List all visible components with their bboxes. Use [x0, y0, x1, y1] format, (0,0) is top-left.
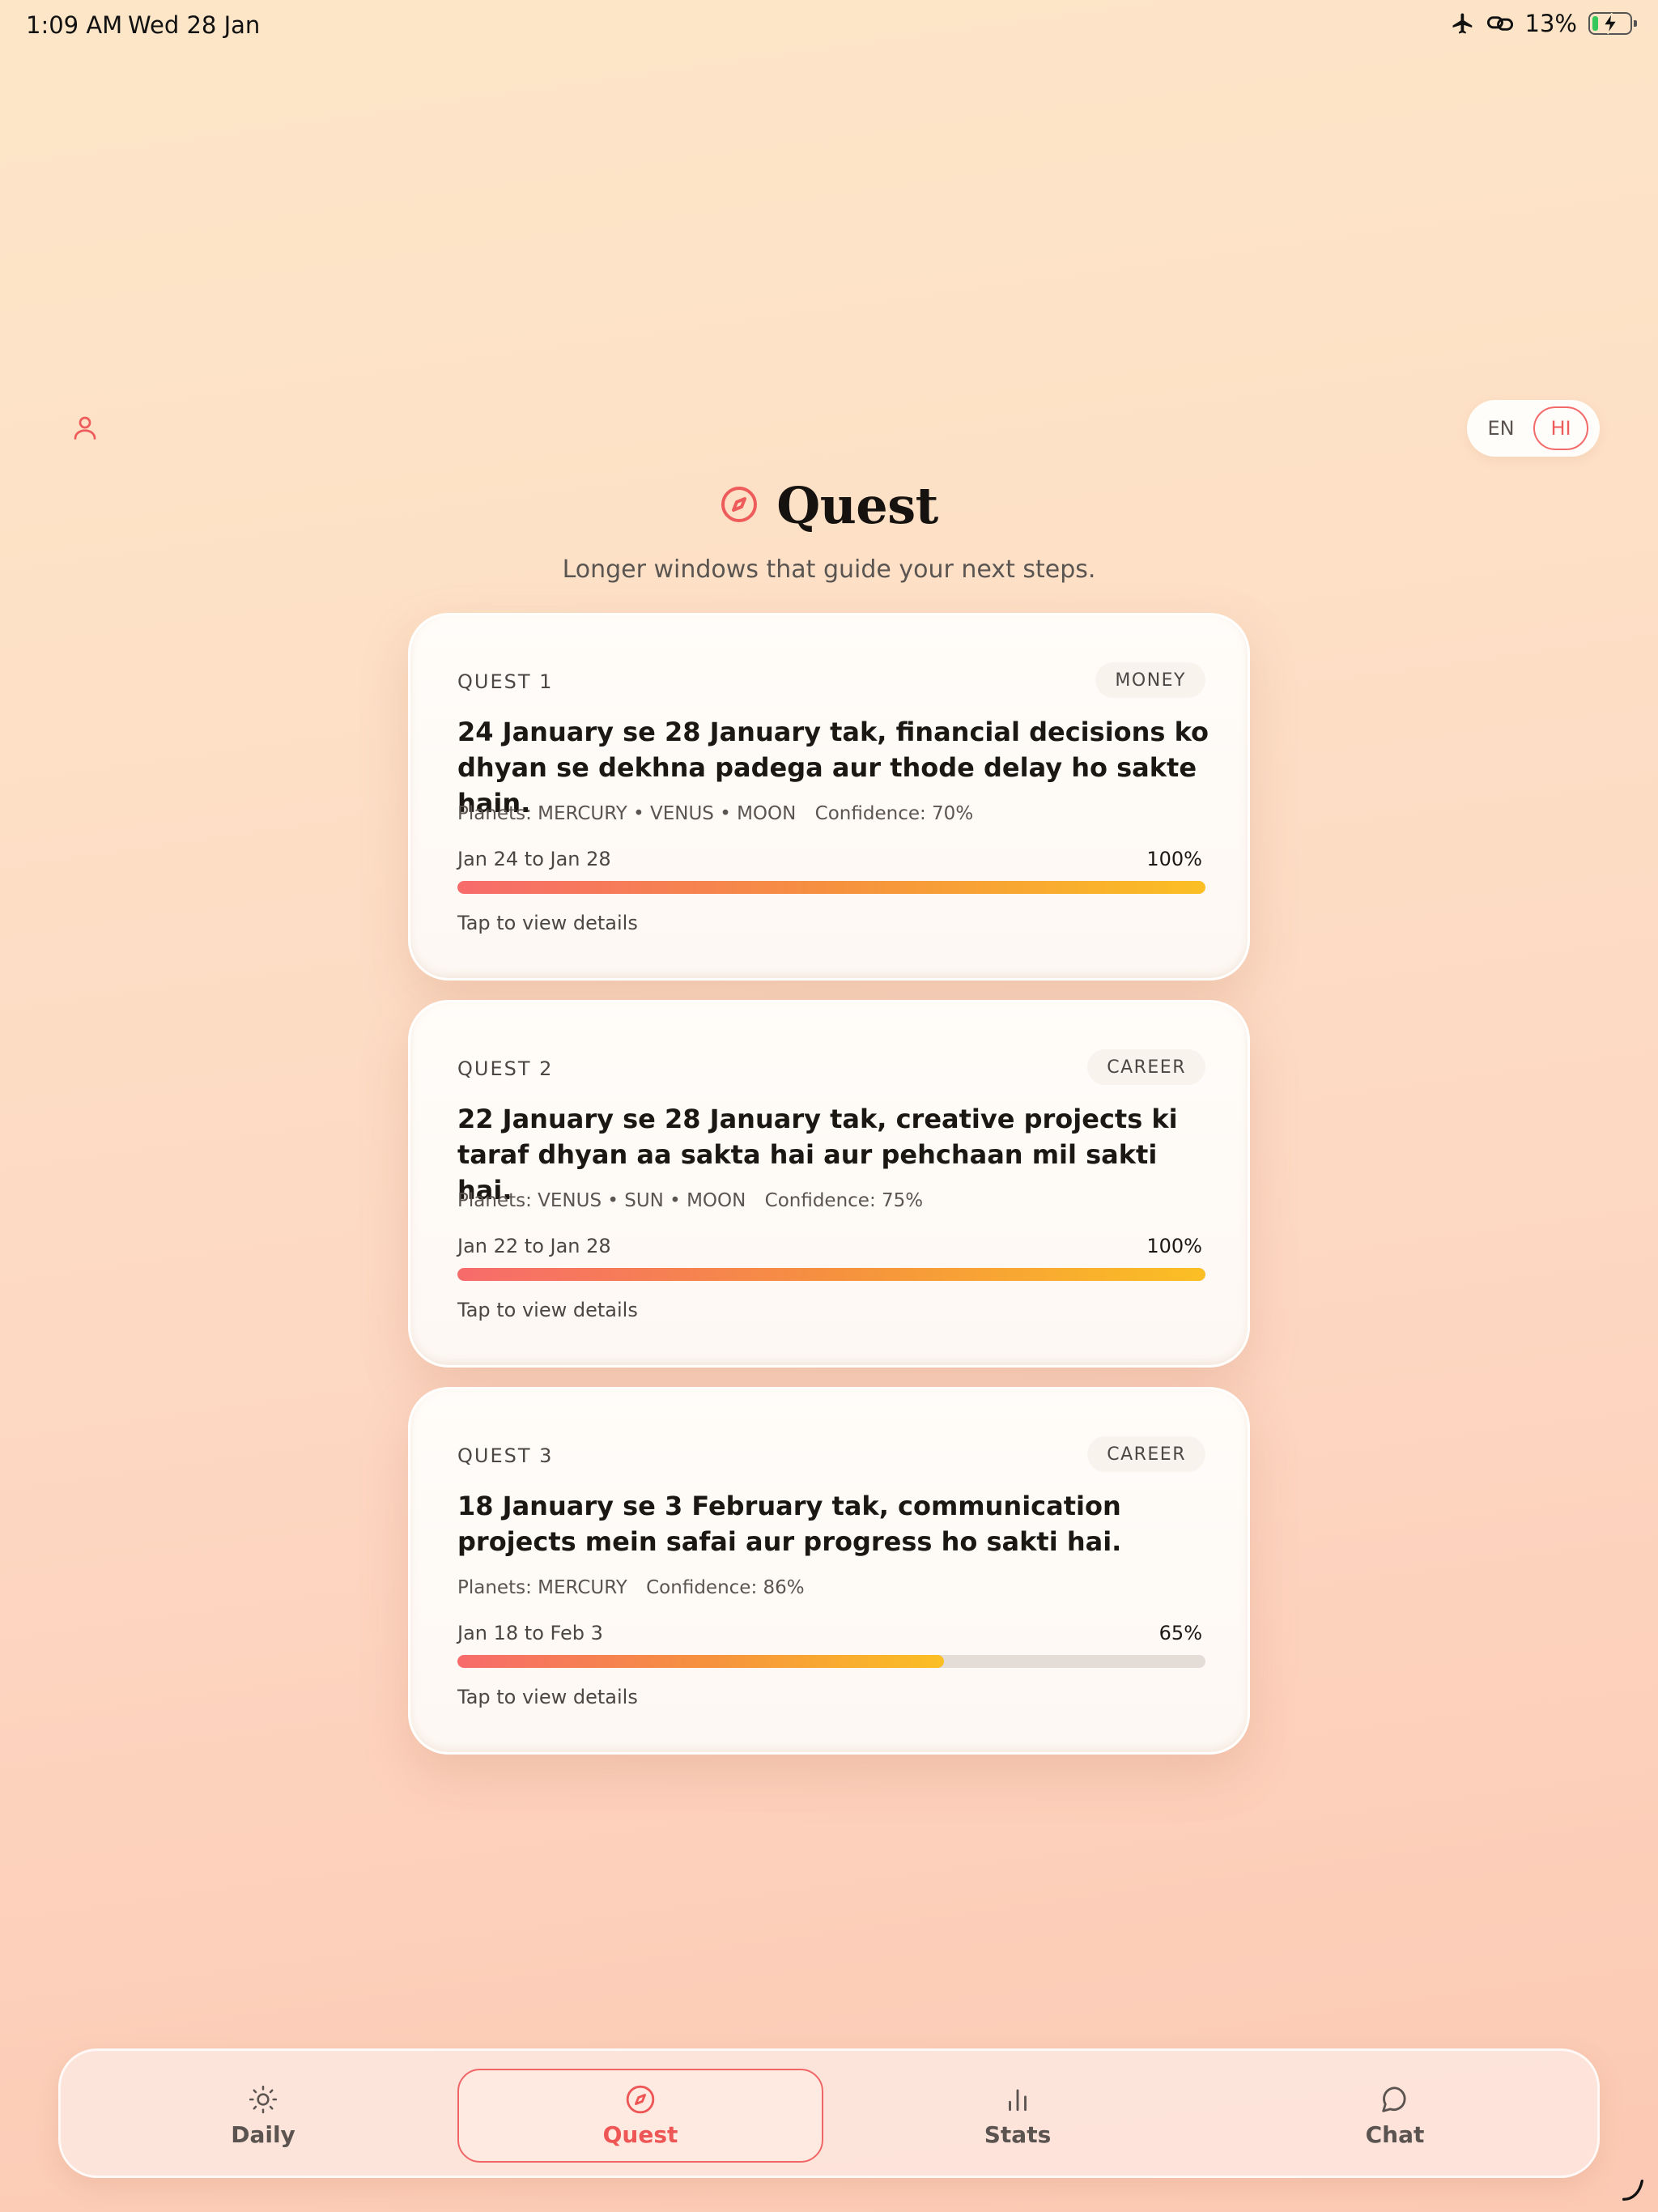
quest-card[interactable]: QUEST 1 MONEY 24 January se 28 January t… [408, 613, 1250, 981]
corner-resize-handle-icon [1619, 2176, 1647, 2207]
quest-progress-fill [457, 881, 1205, 894]
tab-quest[interactable]: Quest [457, 2069, 823, 2163]
quest-progress-fill [457, 1268, 1205, 1281]
quest-meta: Planets: VENUS • SUN • MOON Confidence: … [457, 1190, 923, 1211]
quest-planets: Planets: MERCURY • VENUS • MOON [457, 803, 797, 824]
quest-progress-bar [457, 1655, 1205, 1668]
quest-confidence: Confidence: 70% [814, 803, 974, 824]
sun-icon [248, 2084, 278, 2115]
quest-planets: Planets: MERCURY [457, 1577, 627, 1598]
quest-category-badge: CAREER [1087, 1049, 1205, 1085]
status-indicators: 13% [1451, 10, 1637, 37]
page-title: Quest [776, 476, 938, 535]
quest-planets: Planets: VENUS • SUN • MOON [457, 1190, 746, 1211]
tab-daily[interactable]: Daily [80, 2069, 446, 2163]
bottom-tab-bar: Daily Quest Stats Chat [58, 2048, 1600, 2178]
quest-label: QUEST 1 [457, 670, 554, 693]
quest-view-details-link[interactable]: Tap to view details [457, 1299, 638, 1321]
tab-chat[interactable]: Chat [1212, 2069, 1578, 2163]
tab-daily-label: Daily [231, 2121, 295, 2148]
quest-date-range: Jan 18 to Feb 3 [457, 1622, 603, 1644]
quest-label: QUEST 3 [457, 1444, 554, 1467]
quest-label: QUEST 2 [457, 1057, 554, 1080]
language-en-option[interactable]: EN [1473, 406, 1528, 450]
status-time: 1:09 AM [26, 11, 123, 39]
quest-card[interactable]: QUEST 3 CAREER 18 January se 3 February … [408, 1387, 1250, 1755]
page-header: Quest [0, 476, 1658, 535]
status-date: Wed 28 Jan [128, 11, 261, 39]
user-icon [70, 413, 100, 445]
quest-date-range: Jan 24 to Jan 28 [457, 848, 611, 870]
page-subtitle: Longer windows that guide your next step… [562, 555, 1096, 584]
quest-category-badge: CAREER [1087, 1436, 1205, 1472]
tab-stats[interactable]: Stats [835, 2069, 1201, 2163]
language-toggle: EN HI [1467, 400, 1600, 457]
quest-confidence: Confidence: 75% [764, 1190, 924, 1211]
chat-bubble-icon [1380, 2084, 1410, 2115]
tab-chat-label: Chat [1365, 2121, 1425, 2148]
quest-category-badge: MONEY [1095, 662, 1205, 698]
quest-progress-bar [457, 881, 1205, 894]
quest-progress-percent: 100% [1146, 1235, 1202, 1257]
quest-progress-bar [457, 1268, 1205, 1281]
quest-meta: Planets: MERCURY Confidence: 86% [457, 1577, 805, 1598]
quest-progress-percent: 65% [1158, 1622, 1202, 1644]
compass-icon [625, 2084, 656, 2115]
quest-meta: Planets: MERCURY • VENUS • MOON Confiden… [457, 803, 973, 824]
quest-description: 18 January se 3 February tak, communicat… [457, 1491, 1122, 1557]
compass-icon [720, 485, 759, 527]
quest-card[interactable]: QUEST 2 CAREER 22 January se 28 January … [408, 1000, 1250, 1368]
battery-charging-icon [1588, 12, 1637, 35]
quest-view-details-link[interactable]: Tap to view details [457, 912, 638, 934]
bar-chart-icon [1002, 2084, 1033, 2115]
battery-percent: 13% [1524, 10, 1577, 37]
language-hi-option[interactable]: HI [1533, 406, 1588, 450]
tab-stats-label: Stats [984, 2121, 1052, 2148]
quest-progress-percent: 100% [1146, 848, 1202, 870]
tab-quest-label: Quest [602, 2121, 678, 2148]
quest-view-details-link[interactable]: Tap to view details [457, 1686, 638, 1708]
quest-progress-fill [457, 1655, 944, 1668]
airplane-icon [1451, 11, 1475, 36]
profile-button[interactable] [65, 409, 105, 449]
quest-confidence: Confidence: 86% [646, 1577, 805, 1598]
link-icon [1486, 11, 1514, 36]
quest-list: QUEST 1 MONEY 24 January se 28 January t… [408, 613, 1250, 1774]
quest-date-range: Jan 22 to Jan 28 [457, 1235, 611, 1257]
status-bar: 1:09 AM Wed 28 Jan 13% [0, 0, 1658, 52]
